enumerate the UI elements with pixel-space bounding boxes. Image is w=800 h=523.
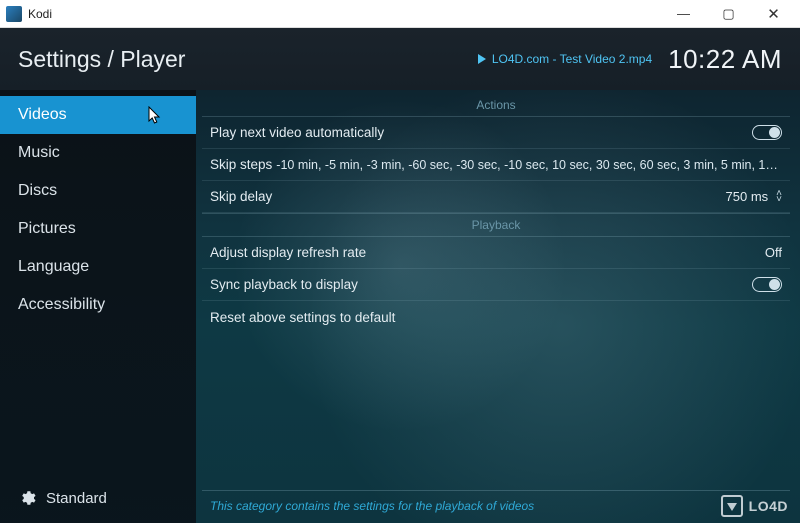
sidebar-item-label: Accessibility [18, 296, 105, 313]
section-header-actions: Actions [202, 94, 790, 117]
settings-level-button[interactable]: Standard [0, 477, 196, 523]
sidebar-item-music[interactable]: Music [0, 134, 196, 172]
toggle-off-icon[interactable] [752, 277, 782, 292]
close-button[interactable]: ✕ [751, 0, 796, 28]
toggle-off-icon[interactable] [752, 125, 782, 140]
setting-label: Play next video automatically [210, 125, 384, 140]
sidebar: Videos Music Discs Pictures Language Acc… [0, 90, 196, 523]
setting-value: -10 min, -5 min, -3 min, -60 sec, -30 se… [272, 158, 782, 172]
main: Videos Music Discs Pictures Language Acc… [0, 90, 800, 523]
sidebar-item-label: Videos [18, 106, 67, 123]
clock: 10:22 AM [668, 44, 782, 75]
sidebar-item-label: Discs [18, 182, 57, 199]
now-playing-label: LO4D.com - Test Video 2.mp4 [492, 52, 652, 66]
watermark: LO4D [721, 495, 788, 517]
settings-level-label: Standard [46, 490, 107, 507]
setting-reset-defaults[interactable]: Reset above settings to default [202, 301, 790, 333]
sidebar-item-label: Music [18, 144, 60, 161]
setting-skip-delay[interactable]: Skip delay 750 ms ˄ ˅ [202, 181, 790, 213]
app-root: Settings / Player LO4D.com - Test Video … [0, 28, 800, 523]
sidebar-item-pictures[interactable]: Pictures [0, 210, 196, 248]
download-icon [721, 495, 743, 517]
window-titlebar: Kodi — ▢ ✕ [0, 0, 800, 28]
spinner-control[interactable]: ˄ ˅ [776, 191, 782, 202]
sidebar-item-label: Language [18, 258, 89, 275]
setting-label: Skip steps [210, 157, 272, 172]
setting-value: Off [765, 245, 782, 260]
minimize-button[interactable]: — [661, 0, 706, 28]
category-hint: This category contains the settings for … [202, 490, 790, 523]
window-title: Kodi [28, 7, 661, 21]
setting-play-next-auto[interactable]: Play next video automatically [202, 117, 790, 149]
setting-sync-playback[interactable]: Sync playback to display [202, 269, 790, 301]
sidebar-item-language[interactable]: Language [0, 248, 196, 286]
watermark-text: LO4D [749, 498, 788, 514]
sidebar-item-accessibility[interactable]: Accessibility [0, 286, 196, 324]
chevron-down-icon[interactable]: ˅ [776, 197, 782, 203]
setting-adjust-refresh[interactable]: Adjust display refresh rate Off [202, 237, 790, 269]
gear-icon [18, 489, 36, 507]
header: Settings / Player LO4D.com - Test Video … [0, 28, 800, 90]
section-header-playback: Playback [202, 213, 790, 237]
sidebar-spacer [0, 324, 196, 477]
setting-label: Adjust display refresh rate [210, 245, 366, 260]
breadcrumb[interactable]: Settings / Player [18, 46, 478, 73]
cursor-icon [148, 106, 162, 126]
setting-value: 750 ms [726, 189, 769, 204]
app-icon [6, 6, 22, 22]
setting-label: Reset above settings to default [210, 310, 395, 325]
now-playing[interactable]: LO4D.com - Test Video 2.mp4 [478, 52, 652, 66]
setting-skip-steps[interactable]: Skip steps -10 min, -5 min, -3 min, -60 … [202, 149, 790, 181]
content: Actions Play next video automatically Sk… [196, 90, 800, 523]
maximize-button[interactable]: ▢ [706, 0, 751, 28]
sidebar-item-videos[interactable]: Videos [0, 96, 196, 134]
sidebar-item-label: Pictures [18, 220, 76, 237]
sidebar-item-discs[interactable]: Discs [0, 172, 196, 210]
play-icon [478, 54, 486, 64]
setting-label: Sync playback to display [210, 277, 358, 292]
setting-label: Skip delay [210, 189, 272, 204]
